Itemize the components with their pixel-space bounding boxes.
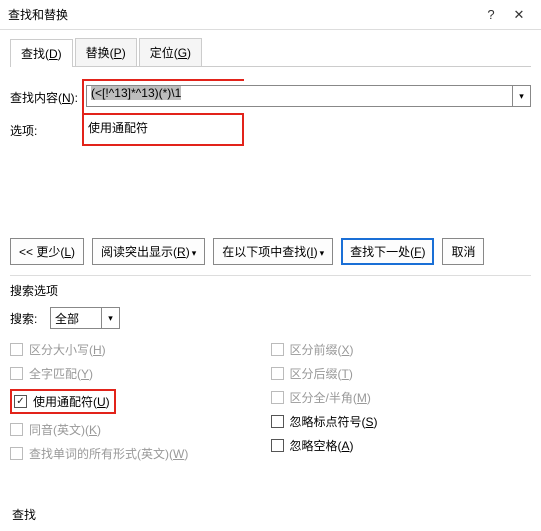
tab-strip: 查找(D) 替换(P) 定位(G) [10,38,531,67]
check-prefix: 区分前缀(X) [271,341,532,358]
search-direction-row: 搜索: 全部 ▾ [10,307,531,329]
find-row: 查找内容(N): (<[!^13]*^13)(*)\1 ▾ [10,79,531,115]
highlight-annotation-3: 使用通配符(U) [10,389,116,414]
tab-goto[interactable]: 定位(G) [139,38,202,66]
find-in-button[interactable]: 在以下项中查找(I)▾ [213,238,333,265]
check-col-left: 区分大小写(H) 全字匹配(Y) 使用通配符(U) 同音(英文)(K) 查找单词… [10,341,271,469]
check-fullhalf: 区分全/半角(M) [271,389,532,406]
options-row: 选项: 使用通配符 [10,115,531,146]
highlight-annotation: (<[!^13]*^13)(*)\1 [82,79,244,115]
find-input-ext[interactable] [244,85,513,107]
options-value: 使用通配符 [84,117,242,138]
checkbox-grid: 区分大小写(H) 全字匹配(Y) 使用通配符(U) 同音(英文)(K) 查找单词… [10,341,531,469]
check-sounds-like: 同音(英文)(K) [10,421,271,438]
chevron-down-icon: ▾ [192,248,197,258]
checkbox-icon[interactable] [271,415,284,428]
check-word-forms: 查找单词的所有形式(英文)(W) [10,445,271,462]
cancel-button[interactable]: 取消 [442,238,484,265]
tab-replace[interactable]: 替换(P) [75,38,137,66]
check-whole-word: 全字匹配(Y) [10,365,271,382]
search-direction-select[interactable]: 全部 [50,307,102,329]
checkbox-icon [271,343,284,356]
dialog-title: 查找和替换 [8,6,477,23]
find-dropdown[interactable]: ▾ [513,85,531,107]
checkbox-icon [271,391,284,404]
tab-find[interactable]: 查找(D) [10,39,73,67]
divider [10,275,531,276]
help-button[interactable]: ? [477,7,505,22]
check-col-right: 区分前缀(X) 区分后缀(T) 区分全/半角(M) 忽略标点符号(S) 忽略空格… [271,341,532,469]
check-wildcards-row: 使用通配符(U) [10,389,271,414]
check-match-case: 区分大小写(H) [10,341,271,358]
highlight-annotation-2: 使用通配符 [82,115,244,146]
close-button[interactable]: ✕ [505,7,533,23]
checkbox-icon[interactable] [271,439,284,452]
chevron-down-icon: ▾ [320,248,325,258]
dialog-body: 查找(D) 替换(P) 定位(G) 查找内容(N): (<[!^13]*^13)… [0,30,541,477]
checkbox-icon [10,343,23,356]
checkbox-icon [10,367,23,380]
search-direction-label: 搜索: [10,310,50,327]
find-input[interactable]: (<[!^13]*^13)(*)\1 [86,85,244,107]
options-label: 选项: [10,122,82,139]
search-options-title: 搜索选项 [10,282,531,299]
reading-highlight-button[interactable]: 阅读突出显示(R)▾ [92,238,205,265]
checkbox-icon [10,447,23,460]
check-suffix: 区分后缀(T) [271,365,532,382]
check-ignore-punct[interactable]: 忽略标点符号(S) [271,413,532,430]
checkbox-icon [10,423,23,436]
less-button[interactable]: << 更少(L) [10,238,84,265]
titlebar: 查找和替换 ? ✕ [0,0,541,30]
footer-section-label: 查找 [12,506,36,523]
checkbox-icon[interactable] [14,395,27,408]
button-row: << 更少(L) 阅读突出显示(R)▾ 在以下项中查找(I)▾ 查找下一处(F)… [10,238,531,265]
check-wildcards[interactable]: 使用通配符(U) [33,393,110,410]
checkbox-icon [271,367,284,380]
check-ignore-space[interactable]: 忽略空格(A) [271,437,532,454]
find-next-button[interactable]: 查找下一处(F) [341,238,434,265]
chevron-down-icon[interactable]: ▾ [102,307,120,329]
find-label: 查找内容(N): [10,89,82,106]
